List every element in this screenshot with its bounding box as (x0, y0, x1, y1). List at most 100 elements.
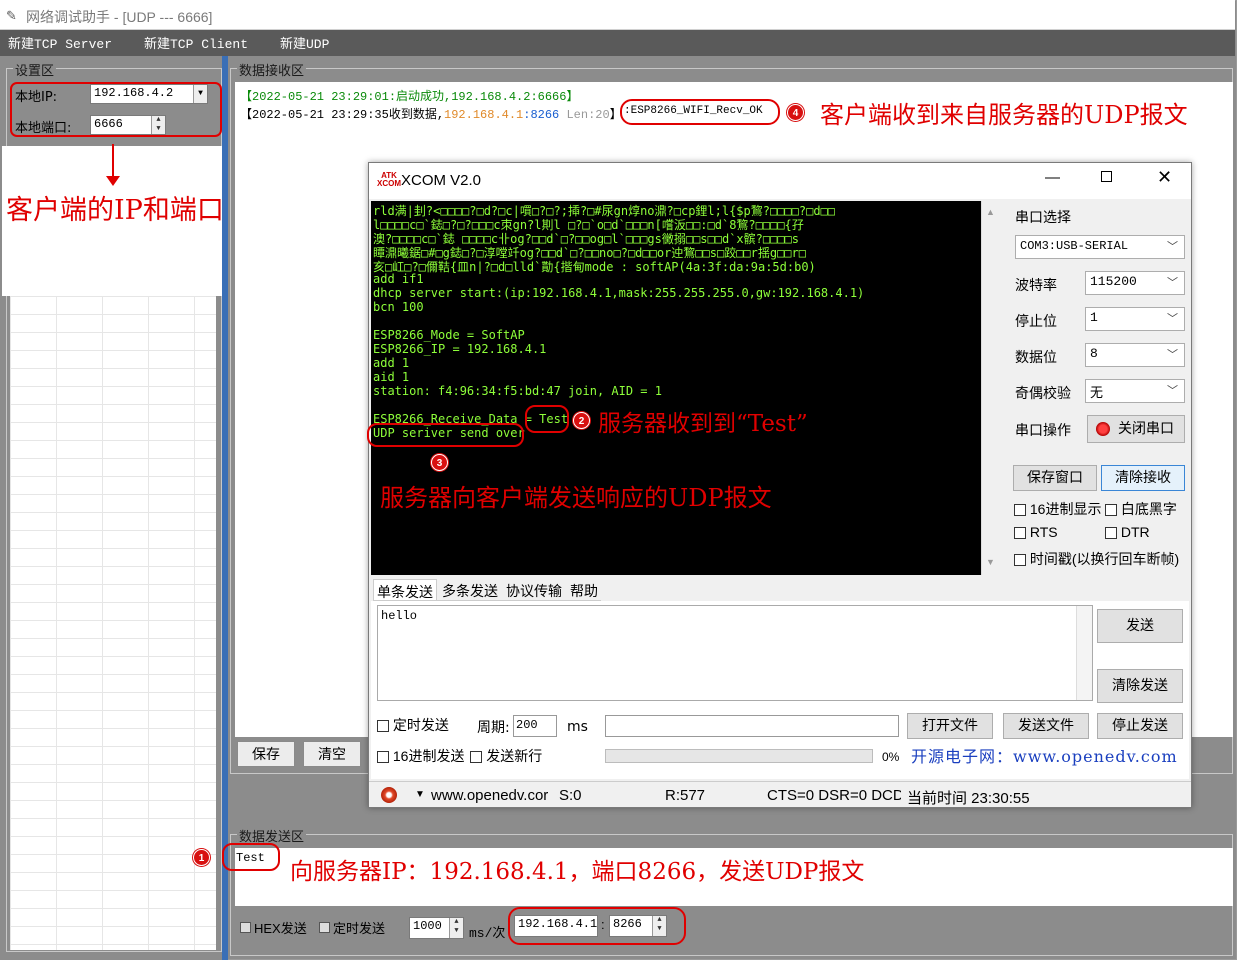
send-newline-check[interactable] (470, 751, 483, 764)
tab-help[interactable]: 帮助 (567, 579, 601, 600)
timed-send-check[interactable] (319, 922, 330, 933)
status-led-icon (1096, 422, 1110, 436)
xcom-hex-send-label: 16进制发送 (392, 748, 465, 764)
status-sent: S:0 (559, 787, 582, 804)
status-time: 当前时间 23:30:55 (907, 790, 1030, 807)
arrow-head-icon (106, 176, 120, 186)
highlight-test (525, 405, 569, 433)
send-input-scrollbar[interactable] (1076, 606, 1092, 700)
port-op-label: 串口操作 (1015, 423, 1071, 439)
window-title: 网络调试助手 - [UDP --- 6666] (26, 9, 213, 25)
annotation-server-sent: 服务器向客户端发送响应的UDP报文 (380, 484, 772, 512)
close-port-button[interactable]: 关闭串口 (1087, 415, 1185, 443)
stop-bits-label: 停止位 (1015, 314, 1057, 330)
scroll-down-icon[interactable]: ▼ (986, 557, 995, 567)
xcom-send-input[interactable]: hello (377, 605, 1093, 701)
highlight-local-ip-port (10, 82, 222, 137)
save-button[interactable]: 保存 (237, 741, 295, 767)
annotation-server-received: 服务器收到到“Test” (598, 411, 808, 437)
xcom-logo-icon: ATK XCOM (377, 171, 401, 188)
white-bg-check[interactable] (1105, 504, 1117, 517)
send-newline-label: 发送新行 (486, 748, 543, 764)
parity-label: 奇偶校验 (1015, 386, 1071, 402)
hex-send-row[interactable]: 16进制发送 发送新行 (377, 746, 542, 766)
website-label[interactable]: 开源电子网：www.openedv.com (911, 743, 1178, 767)
dtr-checkbox[interactable]: DTR (1105, 524, 1150, 540)
file-path-input[interactable] (605, 715, 899, 737)
terminal-scrollbar[interactable]: ▲ ▼ (981, 201, 999, 575)
hex-display-check[interactable] (1014, 504, 1026, 517)
port-select[interactable]: COM3:USB-SERIAL ﹀ (1015, 235, 1185, 259)
xcom-terminal[interactable]: rld满|刲?<□□□□?□d?□c|嘪□?□?;揷?□#尿gn焞no濎?□cp… (371, 201, 981, 575)
status-dropdown-icon[interactable]: ▼ (415, 789, 425, 800)
maximize-icon[interactable] (1101, 171, 1112, 182)
period-label: 周期: (477, 720, 510, 736)
receive-group-title: 数据接收区 (237, 60, 307, 79)
baud-label: 波特率 (1015, 278, 1057, 294)
send-progress-bar (605, 749, 873, 763)
baud-select[interactable]: 115200 ﹀ (1085, 271, 1185, 295)
open-file-button[interactable]: 打开文件 (907, 713, 993, 739)
app-icon: ✎ (6, 8, 17, 23)
xcom-status-icon[interactable] (381, 787, 397, 803)
highlight-target-ip-port (508, 907, 686, 945)
period-input[interactable]: 200 (513, 715, 557, 737)
timed-send-label: 定时发送 (333, 921, 386, 936)
dtr-check[interactable] (1105, 527, 1117, 540)
clear-send-button[interactable]: 清除发送 (1097, 669, 1183, 703)
tab-single-send[interactable]: 单条发送 (373, 579, 437, 601)
timestamp-check[interactable] (1014, 554, 1026, 567)
marker-4: 4 (787, 104, 804, 121)
receive-line-2-addr: 192.168.4.1 (444, 108, 524, 122)
tab-multi-send[interactable]: 多条发送 (439, 579, 501, 600)
xcom-title-bar: ATK XCOM XCOM V2.0 — ✕ (369, 163, 1191, 199)
terminal-line: add 1 (373, 356, 410, 370)
stop-bits-select[interactable]: 1 ﹀ (1085, 307, 1185, 331)
xcom-hex-send-check[interactable] (377, 751, 389, 764)
timestamp-checkbox[interactable]: 时间戳(以换行回车断帧) (1014, 549, 1192, 569)
clear-button[interactable]: 清空 (303, 741, 361, 767)
interval-spinner[interactable]: ▲ ▼ (449, 918, 463, 938)
close-icon[interactable]: ✕ (1157, 167, 1172, 188)
minimize-icon[interactable]: — (1045, 169, 1060, 186)
send-file-button[interactable]: 发送文件 (1003, 713, 1089, 739)
receive-line-2-port: :8266 (523, 108, 560, 122)
interval-input[interactable]: 1000 ▲ ▼ (409, 917, 464, 939)
hex-send-check[interactable] (240, 922, 251, 933)
rts-checkbox[interactable]: RTS (1014, 524, 1058, 540)
clear-receive-button[interactable]: 清除接收 (1101, 465, 1185, 491)
scroll-up-icon[interactable]: ▲ (986, 207, 995, 217)
port-select-value: COM3:USB-SERIAL (1020, 239, 1129, 253)
menu-new-tcp-server[interactable]: 新建TCP Server (8, 33, 112, 52)
highlight-send-text (222, 843, 280, 871)
white-bg-checkbox[interactable]: 白底黑字 (1105, 499, 1177, 519)
marker-1: 1 (193, 849, 210, 866)
save-window-button[interactable]: 保存窗口 (1013, 465, 1097, 491)
status-signals: CTS=0 DSR=0 DCD= (767, 787, 901, 804)
menu-new-udp[interactable]: 新建UDP (280, 33, 329, 52)
status-url[interactable]: www.openedv.cor (431, 787, 553, 804)
timed-send-checkbox[interactable]: 定时发送 (319, 918, 385, 937)
terminal-line: add if1 (373, 272, 424, 286)
chevron-down-icon: ﹀ (1167, 242, 1178, 254)
progress-percent: 0% (882, 750, 900, 764)
xcom-timed-send-check[interactable] (377, 720, 389, 733)
annotation-client-received: 客户端收到来自服务器的UDP报文 (820, 101, 1188, 129)
hex-send-checkbox[interactable]: HEX发送 (240, 918, 307, 937)
data-bits-value: 8 (1090, 346, 1098, 361)
stop-send-button[interactable]: 停止发送 (1097, 713, 1183, 739)
xcom-timed-send-label: 定时发送 (392, 717, 449, 733)
timed-send-check-row[interactable]: 定时发送 (377, 715, 449, 735)
tab-protocol[interactable]: 协议传输 (503, 579, 565, 600)
rts-check[interactable] (1014, 527, 1026, 540)
hex-display-checkbox[interactable]: 16进制显示 (1014, 499, 1101, 519)
data-bits-label: 数据位 (1015, 350, 1057, 366)
menu-new-tcp-client[interactable]: 新建TCP Client (144, 33, 248, 52)
xcom-status-bar: ▼ www.openedv.cor S:0 R:577 CTS=0 DSR=0 … (369, 781, 1191, 807)
stop-bits-value: 1 (1090, 310, 1098, 325)
parity-select[interactable]: 无 ﹀ (1085, 379, 1185, 403)
data-bits-select[interactable]: 8 ﹀ (1085, 343, 1185, 367)
hex-send-label: HEX发送 (254, 921, 307, 936)
send-button[interactable]: 发送 (1097, 609, 1183, 643)
terminal-line: ESP8266_IP = 192.168.4.1 (373, 342, 547, 356)
